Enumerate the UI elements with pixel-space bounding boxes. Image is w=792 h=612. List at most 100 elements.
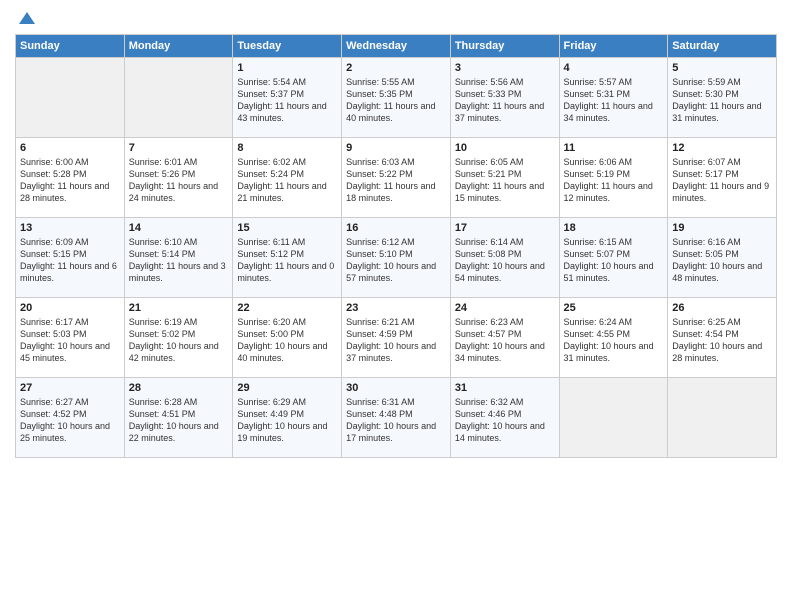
- day-info: Sunrise: 6:12 AMSunset: 5:10 PMDaylight:…: [346, 236, 446, 285]
- day-info: Sunrise: 5:56 AMSunset: 5:33 PMDaylight:…: [455, 76, 555, 125]
- day-cell: 15 Sunrise: 6:11 AMSunset: 5:12 PMDayligh…: [233, 218, 342, 298]
- day-number: 2: [346, 62, 446, 74]
- day-cell: 26 Sunrise: 6:25 AMSunset: 4:54 PMDayligh…: [668, 298, 777, 378]
- day-cell: 20 Sunrise: 6:17 AMSunset: 5:03 PMDayligh…: [16, 298, 125, 378]
- day-cell: 18Sunrise: 6:15 AMSunset: 5:07 PMDayligh…: [559, 218, 668, 298]
- day-number: 23: [346, 302, 446, 314]
- day-cell: [124, 58, 233, 138]
- day-cell: 19 Sunrise: 6:16 AMSunset: 5:05 PMDayligh…: [668, 218, 777, 298]
- day-number: 17: [455, 222, 555, 234]
- week-row-2: 6 Sunrise: 6:00 AMSunset: 5:28 PMDaylight…: [16, 138, 777, 218]
- day-number: 31: [455, 382, 555, 394]
- day-info: Sunrise: 6:29 AMSunset: 4:49 PMDaylight:…: [237, 396, 337, 445]
- day-cell: 13Sunrise: 6:09 AMSunset: 5:15 PMDayligh…: [16, 218, 125, 298]
- day-info: Sunrise: 6:02 AMSunset: 5:24 PMDaylight:…: [237, 156, 337, 205]
- day-header-saturday: Saturday: [668, 35, 777, 58]
- day-info: Sunrise: 6:27 AMSunset: 4:52 PMDaylight:…: [20, 396, 120, 445]
- day-info: Sunrise: 6:00 AMSunset: 5:28 PMDaylight:…: [20, 156, 120, 205]
- day-cell: 25 Sunrise: 6:24 AMSunset: 4:55 PMDayligh…: [559, 298, 668, 378]
- day-number: 16: [346, 222, 446, 234]
- day-cell: 29 Sunrise: 6:29 AMSunset: 4:49 PMDayligh…: [233, 378, 342, 458]
- day-number: 29: [237, 382, 337, 394]
- day-number: 19: [672, 222, 772, 234]
- day-info: Sunrise: 6:21 AMSunset: 4:59 PMDaylight:…: [346, 316, 446, 365]
- day-number: 5: [672, 62, 772, 74]
- day-cell: [668, 378, 777, 458]
- day-info: Sunrise: 6:20 AMSunset: 5:00 PMDaylight:…: [237, 316, 337, 365]
- day-info: Sunrise: 6:25 AMSunset: 4:54 PMDaylight:…: [672, 316, 772, 365]
- day-info: Sunrise: 6:03 AMSunset: 5:22 PMDaylight:…: [346, 156, 446, 205]
- day-number: 8: [237, 142, 337, 154]
- calendar-container: SundayMondayTuesdayWednesdayThursdayFrid…: [0, 0, 792, 468]
- day-info: Sunrise: 6:31 AMSunset: 4:48 PMDaylight:…: [346, 396, 446, 445]
- day-number: 30: [346, 382, 446, 394]
- day-info: Sunrise: 6:16 AMSunset: 5:05 PMDaylight:…: [672, 236, 772, 285]
- day-number: 4: [564, 62, 664, 74]
- day-number: 28: [129, 382, 229, 394]
- day-cell: 3Sunrise: 5:56 AMSunset: 5:33 PMDaylight…: [450, 58, 559, 138]
- day-info: Sunrise: 6:32 AMSunset: 4:46 PMDaylight:…: [455, 396, 555, 445]
- header: [15, 10, 777, 26]
- week-row-5: 27 Sunrise: 6:27 AMSunset: 4:52 PMDayligh…: [16, 378, 777, 458]
- day-cell: [559, 378, 668, 458]
- day-cell: 10Sunrise: 6:05 AMSunset: 5:21 PMDayligh…: [450, 138, 559, 218]
- day-header-thursday: Thursday: [450, 35, 559, 58]
- day-info: Sunrise: 6:23 AMSunset: 4:57 PMDaylight:…: [455, 316, 555, 365]
- day-cell: 12 Sunrise: 6:07 AMSunset: 5:17 PMDayligh…: [668, 138, 777, 218]
- day-number: 24: [455, 302, 555, 314]
- day-cell: 16 Sunrise: 6:12 AMSunset: 5:10 PMDayligh…: [342, 218, 451, 298]
- day-cell: 5 Sunrise: 5:59 AMSunset: 5:30 PMDaylight…: [668, 58, 777, 138]
- day-info: Sunrise: 6:28 AMSunset: 4:51 PMDaylight:…: [129, 396, 229, 445]
- week-row-1: 1 Sunrise: 5:54 AMSunset: 5:37 PMDaylight…: [16, 58, 777, 138]
- day-info: Sunrise: 6:19 AMSunset: 5:02 PMDaylight:…: [129, 316, 229, 365]
- logo: [15, 10, 37, 26]
- day-info: Sunrise: 6:11 AMSunset: 5:12 PMDaylight:…: [237, 236, 337, 285]
- day-number: 20: [20, 302, 120, 314]
- day-number: 27: [20, 382, 120, 394]
- day-info: Sunrise: 5:54 AMSunset: 5:37 PMDaylight:…: [237, 76, 337, 125]
- day-number: 9: [346, 142, 446, 154]
- day-info: Sunrise: 6:14 AMSunset: 5:08 PMDaylight:…: [455, 236, 555, 285]
- day-info: Sunrise: 6:17 AMSunset: 5:03 PMDaylight:…: [20, 316, 120, 365]
- day-number: 6: [20, 142, 120, 154]
- day-number: 13: [20, 222, 120, 234]
- day-number: 1: [237, 62, 337, 74]
- day-cell: 28 Sunrise: 6:28 AMSunset: 4:51 PMDayligh…: [124, 378, 233, 458]
- day-header-tuesday: Tuesday: [233, 35, 342, 58]
- day-cell: 17 Sunrise: 6:14 AMSunset: 5:08 PMDayligh…: [450, 218, 559, 298]
- day-cell: 7 Sunrise: 6:01 AMSunset: 5:26 PMDaylight…: [124, 138, 233, 218]
- day-info: Sunrise: 5:57 AMSunset: 5:31 PMDaylight:…: [564, 76, 664, 125]
- day-cell: 24 Sunrise: 6:23 AMSunset: 4:57 PMDayligh…: [450, 298, 559, 378]
- day-info: Sunrise: 6:24 AMSunset: 4:55 PMDaylight:…: [564, 316, 664, 365]
- header-row: SundayMondayTuesdayWednesdayThursdayFrid…: [16, 35, 777, 58]
- day-cell: 31 Sunrise: 6:32 AMSunset: 4:46 PMDayligh…: [450, 378, 559, 458]
- day-number: 22: [237, 302, 337, 314]
- calendar-table: SundayMondayTuesdayWednesdayThursdayFrid…: [15, 34, 777, 458]
- day-info: Sunrise: 5:55 AMSunset: 5:35 PMDaylight:…: [346, 76, 446, 125]
- week-row-4: 20 Sunrise: 6:17 AMSunset: 5:03 PMDayligh…: [16, 298, 777, 378]
- day-cell: 22 Sunrise: 6:20 AMSunset: 5:00 PMDayligh…: [233, 298, 342, 378]
- day-cell: 14 Sunrise: 6:10 AMSunset: 5:14 PMDayligh…: [124, 218, 233, 298]
- day-number: 26: [672, 302, 772, 314]
- day-cell: 8 Sunrise: 6:02 AMSunset: 5:24 PMDaylight…: [233, 138, 342, 218]
- day-header-friday: Friday: [559, 35, 668, 58]
- day-cell: 21Sunrise: 6:19 AMSunset: 5:02 PMDayligh…: [124, 298, 233, 378]
- day-cell: 4 Sunrise: 5:57 AMSunset: 5:31 PMDaylight…: [559, 58, 668, 138]
- day-cell: 1 Sunrise: 5:54 AMSunset: 5:37 PMDaylight…: [233, 58, 342, 138]
- day-number: 25: [564, 302, 664, 314]
- day-info: Sunrise: 6:10 AMSunset: 5:14 PMDaylight:…: [129, 236, 229, 285]
- day-header-sunday: Sunday: [16, 35, 125, 58]
- day-number: 7: [129, 142, 229, 154]
- day-number: 15: [237, 222, 337, 234]
- day-info: Sunrise: 6:07 AMSunset: 5:17 PMDaylight:…: [672, 156, 772, 205]
- day-cell: 23 Sunrise: 6:21 AMSunset: 4:59 PMDayligh…: [342, 298, 451, 378]
- day-cell: 2 Sunrise: 5:55 AMSunset: 5:35 PMDaylight…: [342, 58, 451, 138]
- day-cell: 27 Sunrise: 6:27 AMSunset: 4:52 PMDayligh…: [16, 378, 125, 458]
- day-header-wednesday: Wednesday: [342, 35, 451, 58]
- day-info: Sunrise: 6:15 AMSunset: 5:07 PMDaylight:…: [564, 236, 664, 285]
- day-info: Sunrise: 6:01 AMSunset: 5:26 PMDaylight:…: [129, 156, 229, 205]
- day-number: 12: [672, 142, 772, 154]
- day-info: Sunrise: 5:59 AMSunset: 5:30 PMDaylight:…: [672, 76, 772, 125]
- day-number: 14: [129, 222, 229, 234]
- day-info: Sunrise: 6:05 AMSunset: 5:21 PMDaylight:…: [455, 156, 555, 205]
